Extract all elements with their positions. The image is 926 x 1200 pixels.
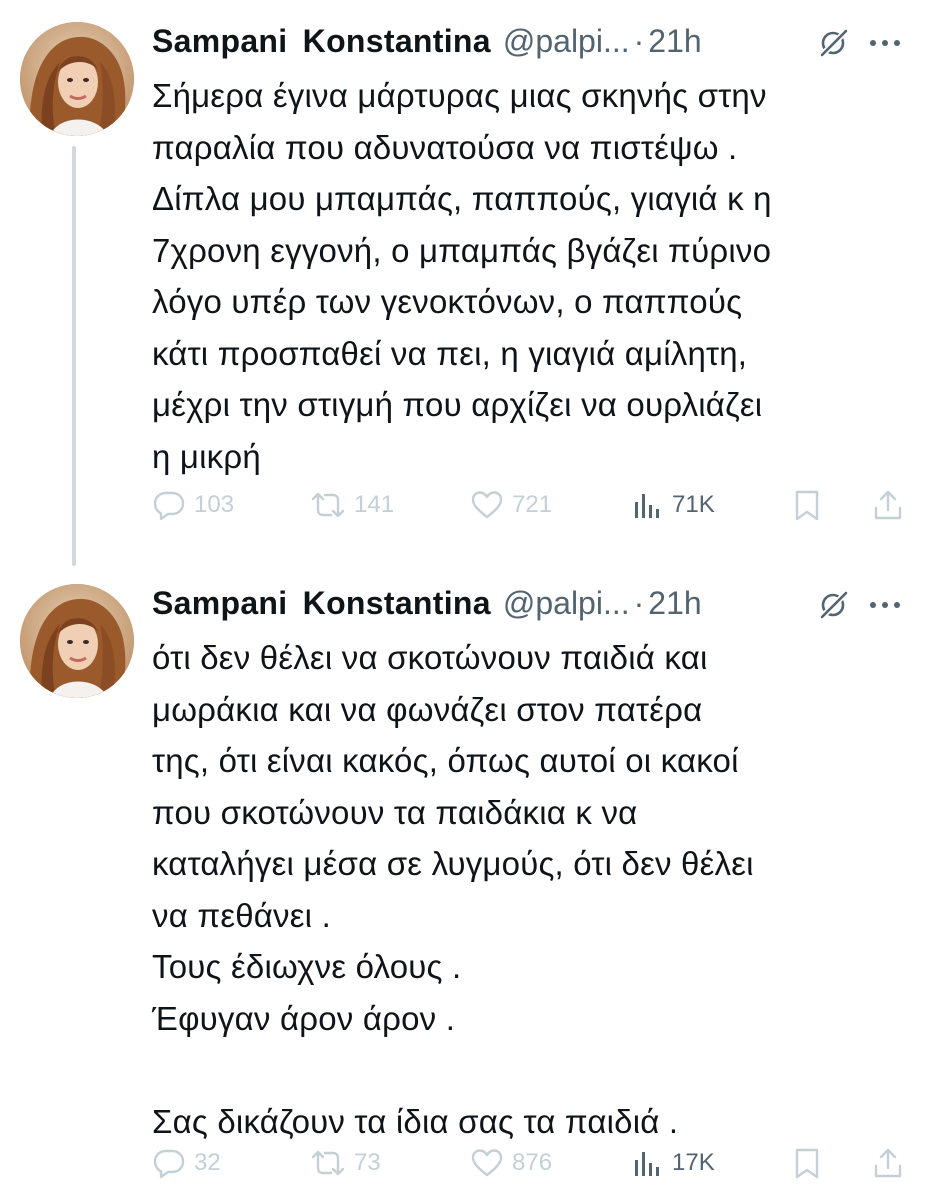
avatar[interactable] bbox=[20, 584, 134, 698]
more-icon[interactable] bbox=[866, 592, 904, 618]
like-button[interactable]: 876 bbox=[470, 1143, 552, 1183]
more-icon[interactable] bbox=[866, 30, 904, 56]
reply-button[interactable]: 32 bbox=[152, 1143, 221, 1183]
author-name[interactable]: Sampani Konstantina bbox=[152, 23, 491, 60]
tweet-text-line: καταλήγει μέσα σε λυγμούς, ότι δεν θέλει bbox=[152, 845, 754, 882]
retweet-icon bbox=[311, 492, 345, 518]
tweet[interactable]: Sampani Konstantina @palpi... · 21h Σήμε… bbox=[0, 0, 926, 560]
tweet-text-line: Τους έδιωχνε όλους . bbox=[152, 948, 462, 985]
grok-icon[interactable] bbox=[818, 26, 850, 58]
grok-icon[interactable] bbox=[818, 588, 850, 620]
heart-icon bbox=[471, 491, 503, 519]
retweet-count: 141 bbox=[354, 491, 395, 518]
avatar[interactable] bbox=[20, 22, 134, 136]
views-button[interactable]: 17K bbox=[630, 1143, 715, 1183]
reply-icon bbox=[153, 1149, 185, 1179]
share-icon bbox=[874, 490, 902, 520]
author-handle[interactable]: @palpi... bbox=[503, 585, 630, 622]
retweet-count: 73 bbox=[354, 1149, 381, 1176]
share-icon bbox=[874, 1148, 902, 1178]
tweet-text-line: που σκοτώνουν τα παιδάκια κ να bbox=[152, 793, 638, 831]
views-count: 17K bbox=[672, 1149, 715, 1176]
tweet-text-line: κάτι προσπαθεί να πει, η γιαγιά αμίλητη, bbox=[152, 334, 748, 372]
tweet-actions: 103 141 721 71K bbox=[152, 485, 912, 525]
share-button[interactable] bbox=[872, 1143, 904, 1183]
tweet-text-line: μέχρι την στιγμή που αρχίζει να ουρλιάζε… bbox=[152, 386, 763, 423]
author-name[interactable]: Sampani Konstantina bbox=[152, 585, 491, 622]
retweet-button[interactable]: 73 bbox=[310, 1143, 381, 1183]
separator-dot: · bbox=[633, 22, 645, 59]
views-count: 71K bbox=[672, 491, 715, 518]
like-count: 876 bbox=[512, 1149, 553, 1176]
separator-dot: · bbox=[633, 584, 645, 621]
tweet-text-line: λόγο υπέρ των γενοκτόνων, ο παππούς bbox=[152, 283, 743, 320]
bookmark-button[interactable] bbox=[792, 1143, 822, 1183]
tweet-text-line: Δίπλα μου μπαμπάς, παππούς, γιαγιά κ η bbox=[152, 180, 772, 217]
tweet-actions: 32 73 876 17K bbox=[152, 1143, 912, 1183]
reply-count: 32 bbox=[194, 1149, 221, 1176]
views-button[interactable]: 71K bbox=[630, 485, 715, 525]
author-handle[interactable]: @palpi... bbox=[503, 23, 630, 60]
tweet-text-line: να πεθάνει . bbox=[152, 896, 331, 934]
reply-count: 103 bbox=[194, 491, 235, 518]
heart-icon bbox=[471, 1149, 503, 1177]
like-button[interactable]: 721 bbox=[470, 485, 552, 525]
tweet-text-line: μωράκια και να φωνάζει στον πατέρα bbox=[152, 690, 703, 728]
tweet-header: Sampani Konstantina @palpi... · 21h bbox=[152, 18, 702, 64]
tweet-text-line: η μικρή bbox=[152, 437, 261, 475]
retweet-button[interactable]: 141 bbox=[310, 485, 394, 525]
bookmark-icon bbox=[795, 490, 819, 521]
timestamp[interactable]: 21h bbox=[648, 585, 701, 622]
bookmark-icon bbox=[795, 1148, 819, 1179]
tweet-text-line: ότι δεν θέλει να σκοτώνουν παιδιά και bbox=[152, 639, 708, 676]
share-button[interactable] bbox=[872, 485, 904, 525]
tweet-text: ότι δεν θέλει να σκοτώνουν παιδιά και μω… bbox=[152, 632, 912, 1147]
views-chart-icon bbox=[635, 1152, 659, 1176]
tweet[interactable]: Sampani Konstantina @palpi... · 21h ότι … bbox=[0, 562, 926, 1200]
tweet-text-line: παραλία που αδυνατούσα να πιστέψω . bbox=[152, 128, 738, 166]
views-chart-icon bbox=[635, 494, 659, 518]
tweet-text-line: της, ότι είναι κακός, όπως αυτοί οι κακο… bbox=[152, 742, 739, 779]
reply-button[interactable]: 103 bbox=[152, 485, 234, 525]
retweet-icon bbox=[311, 1150, 345, 1176]
reply-icon bbox=[153, 491, 185, 521]
tweet-header: Sampani Konstantina @palpi... · 21h bbox=[152, 580, 702, 626]
tweet-text-line: Σήμερα έγινα μάρτυρας μιας σκηνής στην bbox=[152, 77, 767, 114]
tweet-text-line: 7χρονη εγγονή, ο μπαμπάς βγάζει πύρινο bbox=[152, 231, 772, 269]
tweet-text-line: Σας δικάζουν τα ίδια σας τα παιδιά . bbox=[152, 1102, 679, 1140]
tweet-text: Σήμερα έγινα μάρτυρας μιας σκηνής στην π… bbox=[152, 70, 912, 482]
tweet-text-line: Έφυγαν άρον άρον . bbox=[152, 999, 456, 1037]
like-count: 721 bbox=[512, 491, 553, 518]
bookmark-button[interactable] bbox=[792, 485, 822, 525]
timestamp[interactable]: 21h bbox=[648, 23, 701, 60]
